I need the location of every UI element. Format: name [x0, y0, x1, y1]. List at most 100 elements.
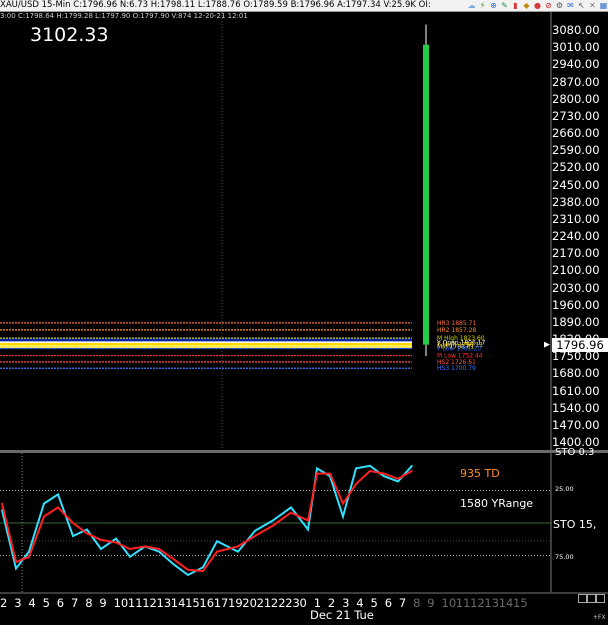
sto-point [72, 522, 74, 524]
sto-point [290, 511, 292, 514]
sto-point [173, 558, 175, 561]
sto-point [290, 506, 292, 509]
time-tick-label: 13 [156, 596, 172, 610]
time-tick-label: 2 [327, 596, 336, 610]
sto-point [115, 541, 117, 544]
sto-point [369, 465, 371, 467]
time-tick-label: 19 [228, 596, 243, 610]
sto-point [411, 470, 413, 472]
time-tick-label: 6 [56, 596, 65, 610]
sto-point [383, 475, 385, 478]
sto-point [129, 556, 131, 558]
sto-point [355, 483, 357, 485]
sto-point [355, 467, 357, 470]
sto-point [202, 570, 204, 572]
sto-point [187, 569, 189, 571]
time-tick-label: 3 [14, 596, 22, 610]
time-tick-label: 13 [484, 596, 500, 610]
sto-point [369, 470, 371, 472]
sto-point [115, 537, 117, 540]
sto-point [158, 548, 160, 550]
sto-point [342, 515, 344, 518]
time-tick-label: 15 [185, 596, 200, 610]
sto-point [202, 566, 204, 568]
time-tick-label: 8 [85, 596, 93, 610]
sto-point [15, 567, 17, 570]
sto-point [100, 539, 102, 541]
time-tick-label: 8 [413, 596, 421, 610]
fx-tag: +FX [593, 614, 606, 621]
time-tick-label: 0 [299, 596, 307, 610]
time-tick-label: 6 [384, 596, 393, 610]
sto-point [316, 472, 318, 475]
sto-point [144, 545, 146, 548]
time-tick-label: 1 [313, 596, 322, 610]
sto-point [28, 556, 30, 558]
time-tick-label: 7 [398, 596, 407, 610]
pane-button-1[interactable] [578, 594, 587, 603]
sto-point [237, 545, 239, 548]
pane-button-3[interactable] [596, 594, 605, 603]
sto-point [72, 535, 74, 537]
time-tick-label: 10 [113, 596, 129, 610]
sto-point [397, 480, 399, 483]
sto-point [316, 467, 318, 470]
td-label: 935 TD [460, 467, 500, 480]
pane-button-2[interactable] [587, 594, 596, 603]
time-tick-label: 12 [470, 596, 485, 610]
time-tick-label: 20 [242, 596, 257, 610]
time-tick-label: 21 [256, 596, 272, 610]
sto-point [158, 550, 160, 553]
oscillator-chart[interactable] [0, 0, 608, 625]
sto-point [129, 548, 131, 550]
sto-point [57, 493, 59, 496]
sto-point [307, 519, 309, 522]
time-tick-label: 3 [342, 596, 350, 610]
time-tick-label: 14 [498, 596, 514, 610]
time-tick-label: 12 [142, 596, 157, 610]
sto-point [254, 530, 256, 532]
osc-tick-75: 75.00 [555, 553, 574, 561]
time-tick-label: 22 [270, 596, 286, 610]
time-tick-label: 7 [71, 596, 79, 610]
sto-point [43, 502, 45, 505]
sto-point [57, 506, 59, 509]
sto-point [397, 478, 399, 480]
time-tick-label: 15 [513, 596, 528, 610]
sto-point [411, 465, 413, 467]
time-tick-label: 4 [356, 596, 364, 610]
sto-point [216, 540, 218, 542]
time-tick-label: 10 [441, 596, 457, 610]
time-tick-label: 2 [0, 596, 8, 610]
sto-point [1, 502, 3, 505]
time-tick-label: 9 [99, 596, 107, 610]
sto-point [342, 502, 344, 505]
sto-point [28, 550, 30, 553]
sto-point [216, 550, 218, 553]
sto-k-line [1, 464, 413, 577]
time-tick-label: 17 [213, 596, 229, 610]
sto-point [100, 548, 102, 550]
time-tick-label: 5 [370, 596, 378, 610]
day-label: Dec 21 Tue [310, 608, 374, 622]
sto-point [173, 563, 175, 566]
time-tick-label: 16 [199, 596, 215, 610]
time-tick-label: 14 [170, 596, 186, 610]
sto-point [187, 574, 189, 576]
sto-point [86, 532, 88, 535]
sto-point [383, 472, 385, 475]
time-tick-label: 23 [285, 596, 300, 610]
osc-tick-25: 25.00 [555, 485, 574, 493]
sto-point [272, 524, 274, 527]
sto-point [329, 472, 331, 475]
time-tick-label: 4 [28, 596, 36, 610]
sto-point [43, 515, 45, 518]
sto-point [307, 528, 309, 531]
time-tick-label: 11 [455, 596, 471, 610]
yrange-label: 1580 YRange [460, 497, 534, 510]
sto-label: STO 15, [553, 518, 597, 531]
sto-point [272, 519, 274, 522]
time-tick-label: 9 [427, 596, 435, 610]
sto-point [237, 550, 239, 553]
time-axis[interactable]: Dec 21 Tue 2 3 4 5 6 7 8 9 10 11 12 13 14 15 16 17 19 20 2… [0, 593, 608, 625]
